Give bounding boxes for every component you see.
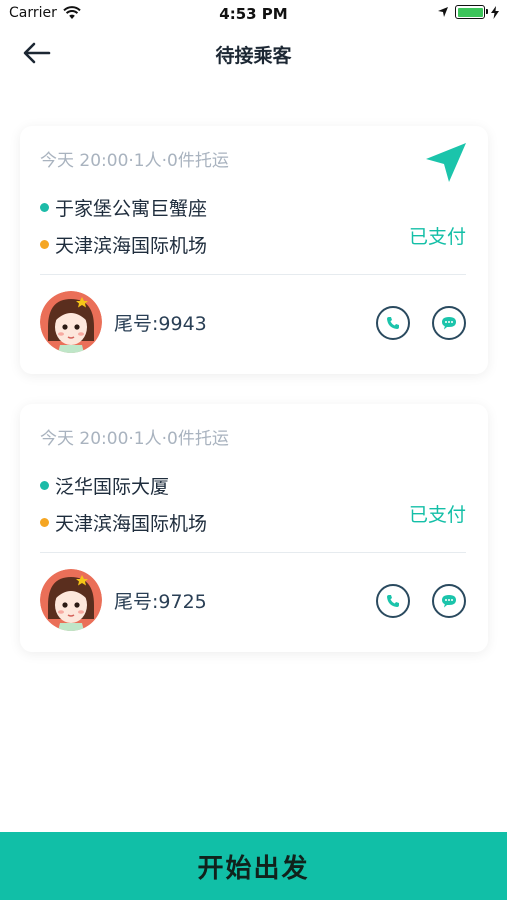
status-bar: Carrier 4:53 PM bbox=[0, 0, 507, 28]
destination-dot bbox=[40, 518, 49, 527]
origin-dot bbox=[40, 203, 49, 212]
page-title: 待接乘客 bbox=[215, 45, 292, 67]
message-button[interactable] bbox=[432, 584, 466, 618]
status-right bbox=[437, 5, 499, 19]
message-button[interactable] bbox=[432, 306, 466, 340]
origin-row: 于家堡公寓巨蟹座 bbox=[40, 194, 207, 221]
navigate-button[interactable] bbox=[424, 140, 468, 184]
destination-address: 天津滨海国际机场 bbox=[55, 235, 208, 257]
start-trip-button[interactable]: 开始出发 bbox=[0, 832, 507, 900]
chat-bubble-icon bbox=[442, 317, 456, 330]
destination-row: 天津滨海国际机场 bbox=[40, 509, 207, 536]
order-card: 今天 20:00·1人·0件托运 泛华国际大厦 天津滨海国际机场 已支付 尾号:… bbox=[20, 404, 488, 652]
call-button[interactable] bbox=[376, 584, 410, 618]
status-time: 4:53 PM bbox=[219, 5, 288, 23]
phone-tail: 尾号:9725 bbox=[114, 591, 207, 613]
origin-address: 泛华国际大厦 bbox=[55, 476, 170, 498]
phone-icon bbox=[387, 317, 399, 329]
order-meta: 今天 20:00·1人·0件托运 bbox=[40, 429, 229, 449]
destination-row: 天津滨海国际机场 bbox=[40, 231, 207, 258]
navigation-arrow-icon bbox=[426, 143, 466, 182]
order-card: 今天 20:00·1人·0件托运 于家堡公寓巨蟹座 天津滨海国际机场 已支付 尾… bbox=[20, 126, 488, 374]
charging-bolt-icon bbox=[491, 5, 499, 19]
origin-address: 于家堡公寓巨蟹座 bbox=[55, 198, 208, 220]
origin-dot bbox=[40, 481, 49, 490]
payment-status: 已支付 bbox=[408, 504, 466, 526]
order-meta: 今天 20:00·1人·0件托运 bbox=[40, 151, 229, 171]
location-arrow-icon bbox=[438, 7, 448, 17]
origin-row: 泛华国际大厦 bbox=[40, 472, 169, 499]
destination-address: 天津滨海国际机场 bbox=[55, 513, 208, 535]
avatar bbox=[40, 569, 102, 631]
avatar bbox=[40, 291, 102, 353]
call-button[interactable] bbox=[376, 306, 410, 340]
battery-icon bbox=[455, 5, 488, 19]
divider bbox=[40, 274, 466, 275]
divider bbox=[40, 552, 466, 553]
destination-dot bbox=[40, 240, 49, 249]
navigation-bar: 待接乘客 bbox=[0, 28, 507, 78]
payment-status: 已支付 bbox=[408, 226, 466, 248]
phone-icon bbox=[387, 595, 399, 607]
phone-tail: 尾号:9943 bbox=[114, 313, 207, 335]
chat-bubble-icon bbox=[442, 595, 456, 608]
